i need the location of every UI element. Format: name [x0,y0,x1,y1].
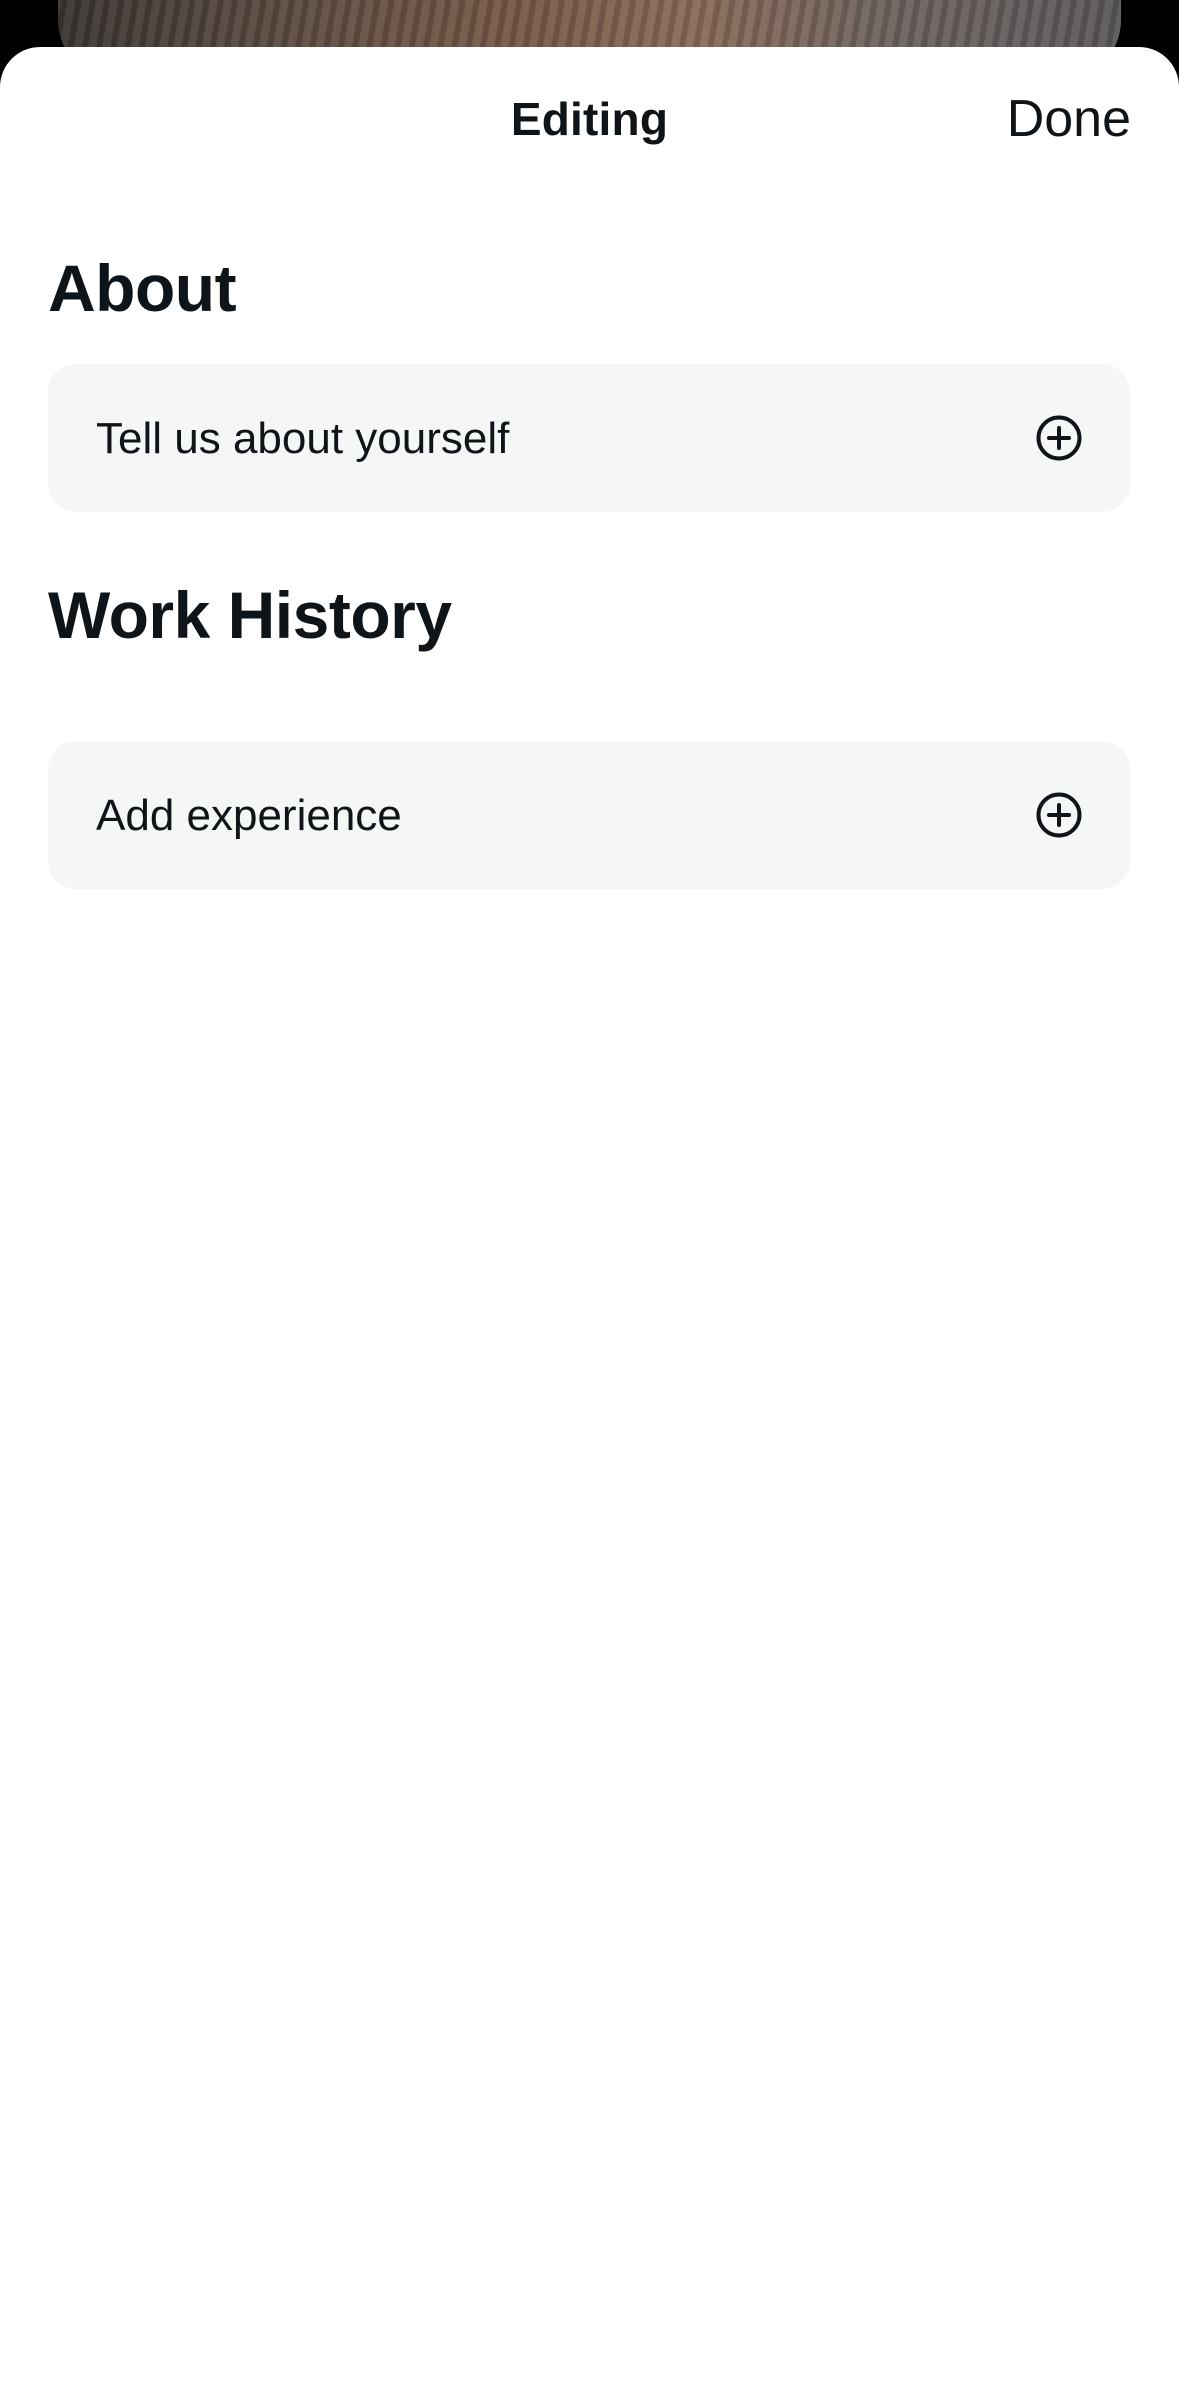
about-card[interactable]: Tell us about yourself [48,364,1130,512]
add-experience-label: Add experience [96,791,402,840]
sheet-title: Editing [510,93,669,145]
work-history-heading: Work History [48,578,452,652]
add-experience-card[interactable]: Add experience [48,741,1130,889]
about-card-label: Tell us about yourself [96,414,510,463]
plus-circle-icon [1036,415,1082,461]
plus-circle-icon [1036,792,1082,838]
sheet-nav-bar: Editing Done [0,47,1179,197]
about-heading: About [48,251,237,325]
editing-sheet: Editing Done About Tell us about yoursel… [0,47,1179,2396]
done-button[interactable]: Done [1007,89,1131,149]
